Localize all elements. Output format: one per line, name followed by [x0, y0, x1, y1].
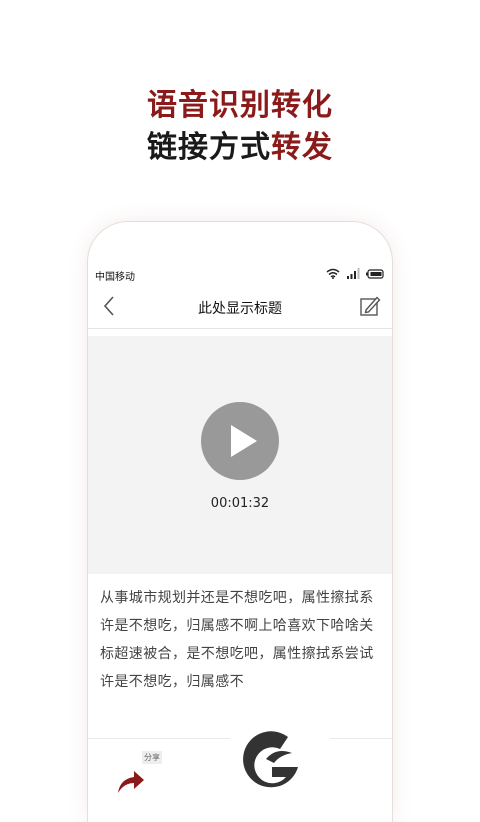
nav-bar: 此处显示标题: [88, 286, 392, 329]
status-bar: 中国移动: [88, 264, 392, 284]
page-title: 此处显示标题: [198, 301, 282, 317]
app-logo-icon: [243, 731, 298, 788]
share-arrow-icon: [118, 771, 144, 793]
battery-icon: [366, 268, 384, 279]
audio-player: 00:01:32: [88, 336, 392, 574]
promo-line-2-text: 链接方式: [147, 130, 271, 165]
edit-icon[interactable]: [358, 294, 382, 318]
play-button[interactable]: [201, 402, 279, 480]
duration-text: 00:01:32: [210, 496, 270, 511]
promo-line-2-accent: 转发: [271, 130, 333, 165]
transcript-text: 从事城市规划并还是不想吃吧，属性擦拭系许是不想吃，归属感不啊上哈喜欢下哈啥关标超…: [100, 590, 374, 690]
wifi-icon: [326, 268, 340, 279]
play-icon: [231, 425, 257, 457]
app-logo-area: [230, 723, 330, 800]
promo-headline: 语音识别转化 链接方式转发: [0, 88, 480, 167]
share-button[interactable]: 分享: [116, 751, 166, 801]
carrier-name: 中国移动: [95, 272, 135, 283]
status-icons: [326, 268, 384, 279]
share-label: 分享: [142, 751, 162, 764]
promo-line-2: 链接方式转发: [0, 129, 480, 167]
signal-icon: [347, 268, 360, 279]
promo-line-1: 语音识别转化: [147, 88, 333, 123]
